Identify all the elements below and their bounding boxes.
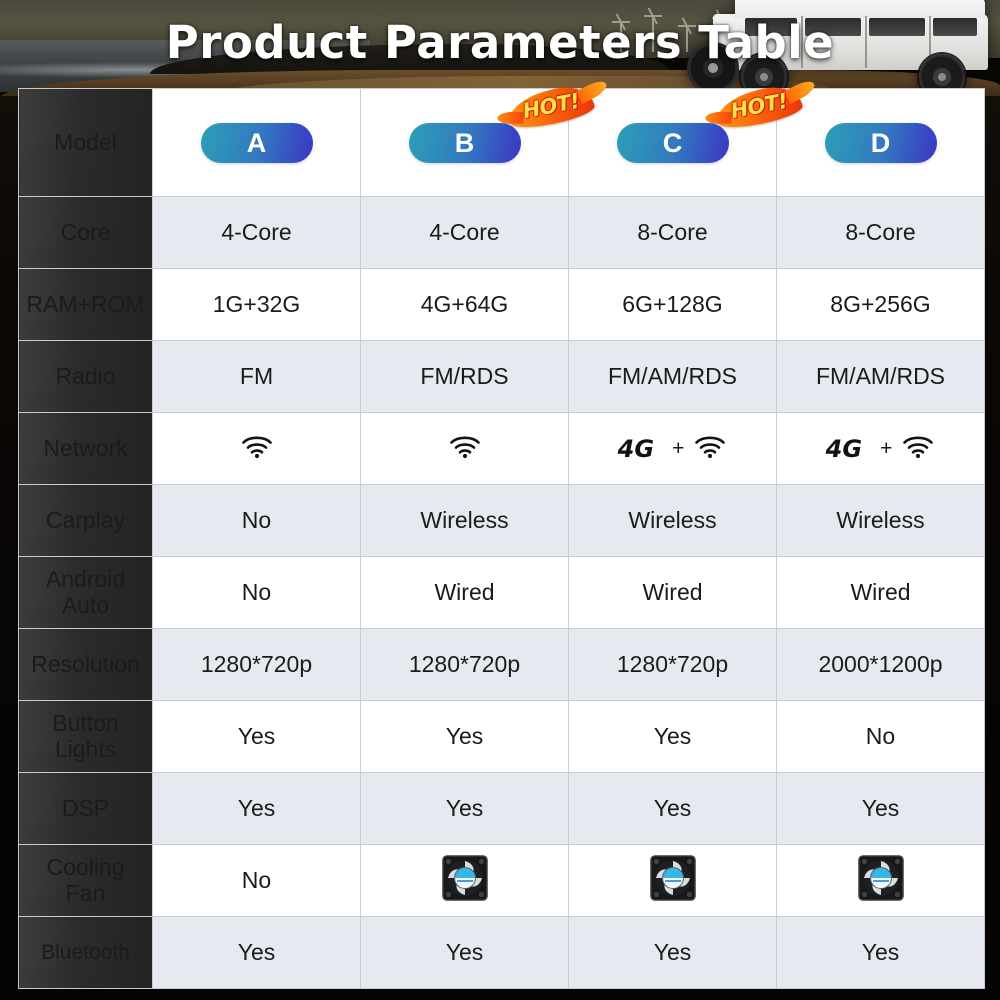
row-label-dsp: DSP [18, 772, 153, 845]
label-line-2: Fan [65, 879, 106, 906]
cell-dsp-c: Yes [568, 772, 777, 845]
cell-ram-d: 8G+256G [776, 268, 985, 341]
cell-radio-b: FM/RDS [360, 340, 569, 413]
cell-bluetooth-a: Yes [152, 916, 361, 989]
cell-model-d: D [776, 88, 985, 197]
wifi-icon [693, 433, 727, 465]
cell-network-b [360, 412, 569, 485]
row-label-core: Core [18, 196, 153, 269]
cell-core-b: 4-Core [360, 196, 569, 269]
cell-network-d: 4G + [776, 412, 985, 485]
cell-button-lights-c: Yes [568, 700, 777, 773]
model-pill-d[interactable]: D [824, 122, 937, 163]
cooling-fan-icon [647, 852, 699, 910]
cell-bluetooth-c: Yes [568, 916, 777, 989]
table-row-network: Network 4G + 4G + [18, 412, 985, 485]
cell-resolution-d: 2000*1200p [776, 628, 985, 701]
cell-android-auto-c: Wired [568, 556, 777, 629]
row-label-bluetooth: Bluetooth [18, 916, 153, 989]
table-row-bluetooth: Bluetooth Yes Yes Yes Yes [18, 916, 985, 989]
table-row-cooling-fan: Cooling Fan No [18, 844, 985, 917]
table-row-resolution: Resolution 1280*720p 1280*720p 1280*720p… [18, 628, 985, 701]
cell-android-auto-b: Wired [360, 556, 569, 629]
table-row-radio: Radio FM FM/RDS FM/AM/RDS FM/AM/RDS [18, 340, 985, 413]
row-label-ram-rom: RAM+ROM [18, 268, 153, 341]
4g-icon: 4G [617, 434, 655, 463]
plus-sign: + [880, 436, 893, 460]
cell-dsp-d: Yes [776, 772, 985, 845]
cell-ram-a: 1G+32G [152, 268, 361, 341]
cell-button-lights-a: Yes [152, 700, 361, 773]
label-line-2: Lights [54, 735, 117, 762]
cell-button-lights-d: No [776, 700, 985, 773]
table-row-dsp: DSP Yes Yes Yes Yes [18, 772, 985, 845]
cell-radio-c: FM/AM/RDS [568, 340, 777, 413]
model-pill-c[interactable]: C [616, 122, 729, 163]
cell-android-auto-d: Wired [776, 556, 985, 629]
model-pill-b[interactable]: B [408, 122, 521, 163]
cell-dsp-a: Yes [152, 772, 361, 845]
cell-bluetooth-d: Yes [776, 916, 985, 989]
cell-carplay-d: Wireless [776, 484, 985, 557]
cell-bluetooth-b: Yes [360, 916, 569, 989]
cell-network-a [152, 412, 361, 485]
cell-carplay-b: Wireless [360, 484, 569, 557]
row-label-radio: Radio [18, 340, 153, 413]
4g-icon: 4G [825, 434, 863, 463]
row-label-model: Model [18, 88, 153, 197]
cell-resolution-c: 1280*720p [568, 628, 777, 701]
cell-model-c: C [568, 88, 777, 197]
cell-cooling-fan-b [360, 844, 569, 917]
cell-button-lights-b: Yes [360, 700, 569, 773]
label-line-1: Android [45, 565, 126, 592]
cell-ram-b: 4G+64G [360, 268, 569, 341]
wifi-icon [901, 433, 935, 465]
cell-resolution-a: 1280*720p [152, 628, 361, 701]
wifi-icon [240, 433, 274, 465]
table-row-ram-rom: RAM+ROM 1G+32G 4G+64G 6G+128G 8G+256G [18, 268, 985, 341]
table-row-android-auto: Android Auto No Wired Wired Wired [18, 556, 985, 629]
cell-cooling-fan-a: No [152, 844, 361, 917]
row-label-resolution: Resolution [18, 628, 153, 701]
cell-dsp-b: Yes [360, 772, 569, 845]
product-parameters-table: Model A B C D Core 4-Core 4-Core 8-Core … [18, 88, 985, 989]
spec-table-wrapper: HOT! HOT! Model A B C D Core 4-Core 4-Co… [18, 82, 985, 1000]
cell-core-c: 8-Core [568, 196, 777, 269]
cell-network-c: 4G + [568, 412, 777, 485]
cell-resolution-b: 1280*720p [360, 628, 569, 701]
cell-model-a: A [152, 88, 361, 197]
table-row-core: Core 4-Core 4-Core 8-Core 8-Core [18, 196, 985, 269]
cell-core-d: 8-Core [776, 196, 985, 269]
cell-radio-a: FM [152, 340, 361, 413]
row-label-android-auto: Android Auto [18, 556, 153, 629]
row-label-cooling-fan: Cooling Fan [18, 844, 153, 917]
model-pill-a[interactable]: A [200, 122, 313, 163]
row-label-carplay: Carplay [18, 484, 153, 557]
cooling-fan-icon [855, 852, 907, 910]
row-label-network: Network [18, 412, 153, 485]
cell-cooling-fan-d [776, 844, 985, 917]
cell-cooling-fan-c [568, 844, 777, 917]
page-title: Product Parameters Table [165, 16, 835, 69]
table-row-model: Model A B C D [18, 88, 985, 197]
cell-carplay-a: No [152, 484, 361, 557]
table-row-carplay: Carplay No Wireless Wireless Wireless [18, 484, 985, 557]
plus-sign: + [672, 436, 685, 460]
label-line-2: Auto [61, 591, 110, 618]
cell-android-auto-a: No [152, 556, 361, 629]
cell-carplay-c: Wireless [568, 484, 777, 557]
cell-core-a: 4-Core [152, 196, 361, 269]
cooling-fan-icon [439, 852, 491, 910]
row-label-button-lights: Button Lights [18, 700, 153, 773]
table-row-button-lights: Button Lights Yes Yes Yes No [18, 700, 985, 773]
label-line-1: Cooling [46, 853, 125, 880]
cell-radio-d: FM/AM/RDS [776, 340, 985, 413]
label-line-1: Button [52, 709, 119, 736]
wifi-icon [448, 433, 482, 465]
cell-model-b: B [360, 88, 569, 197]
cell-ram-c: 6G+128G [568, 268, 777, 341]
